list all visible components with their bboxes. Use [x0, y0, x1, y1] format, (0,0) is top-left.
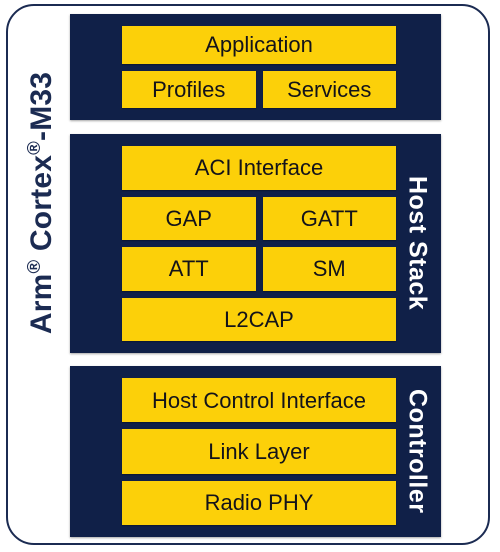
- panel-host-stack: ACI Interface GAP GATT ATT SM L2CAP Host…: [70, 134, 441, 353]
- panel-controller-rows: Host Control Interface Link Layer Radio …: [122, 378, 396, 525]
- panel-application-row: Profiles Services: [122, 70, 396, 108]
- block-radio-phy[interactable]: Radio PHY: [122, 480, 396, 525]
- block-services[interactable]: Services: [262, 70, 396, 108]
- panel-controller-row: Host Control Interface: [122, 378, 396, 423]
- panel-application-row: Application: [122, 26, 396, 64]
- panel-application: Application Profiles Services: [70, 14, 441, 120]
- block-gap[interactable]: GAP: [122, 196, 256, 240]
- panel-host-stack-side-label-text: Host Stack: [403, 176, 432, 311]
- chip-label-text: Arm® Cortex®-M33: [23, 71, 58, 335]
- block-gatt[interactable]: GATT: [262, 196, 396, 240]
- diagram-canvas: Arm® Cortex®-M33 Application Profiles Se…: [0, 0, 500, 552]
- panel-host-stack-side-label: Host Stack: [395, 134, 439, 353]
- panel-application-rows: Application Profiles Services: [122, 26, 396, 108]
- block-sm[interactable]: SM: [262, 247, 396, 291]
- block-profiles[interactable]: Profiles: [122, 70, 256, 108]
- panel-controller: Host Control Interface Link Layer Radio …: [70, 366, 441, 537]
- panel-controller-side-label: Controller: [395, 366, 439, 537]
- panel-host-stack-row: GAP GATT: [122, 196, 396, 240]
- block-att[interactable]: ATT: [122, 247, 256, 291]
- panel-controller-row: Link Layer: [122, 429, 396, 474]
- block-host-control-interface[interactable]: Host Control Interface: [122, 378, 396, 423]
- block-application[interactable]: Application: [122, 26, 396, 64]
- panel-host-stack-rows: ACI Interface GAP GATT ATT SM L2CAP: [122, 146, 396, 341]
- panel-controller-row: Radio PHY: [122, 480, 396, 525]
- block-aci-interface[interactable]: ACI Interface: [122, 146, 396, 190]
- panel-host-stack-row: ATT SM: [122, 247, 396, 291]
- block-l2cap[interactable]: L2CAP: [122, 297, 396, 341]
- panel-host-stack-row: ACI Interface: [122, 146, 396, 190]
- panel-host-stack-row: L2CAP: [122, 297, 396, 341]
- chip-label-arm-cortex-m33: Arm® Cortex®-M33: [19, 72, 65, 334]
- panel-controller-side-label-text: Controller: [403, 389, 432, 514]
- block-link-layer[interactable]: Link Layer: [122, 429, 396, 474]
